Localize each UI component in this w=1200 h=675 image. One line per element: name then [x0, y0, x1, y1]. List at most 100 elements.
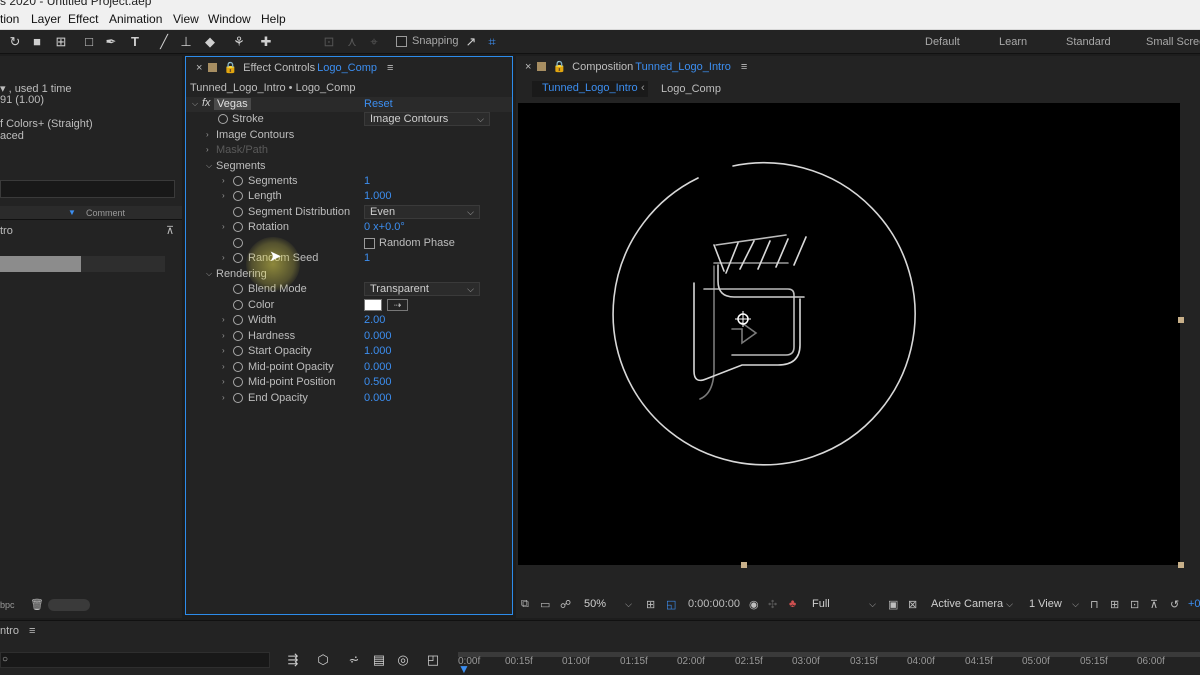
chevron-right-icon[interactable]: › — [222, 253, 225, 262]
clone-stamp-tool-icon[interactable]: ⊥ — [177, 33, 195, 51]
thumbnail-slider[interactable] — [48, 599, 90, 611]
zoom-dropdown[interactable]: 50% ⌵ — [578, 597, 638, 611]
chevron-right-icon[interactable]: › — [222, 176, 225, 185]
exposure-value[interactable]: +0. — [1188, 598, 1200, 610]
view-layout-dropdown[interactable]: 1 View ⌵ — [1023, 597, 1085, 611]
chevron-right-icon[interactable]: › — [222, 346, 225, 355]
menu-animation[interactable]: Animation — [109, 12, 162, 26]
rectangle-tool-icon[interactable]: □ — [80, 33, 98, 51]
composition-mini-flowchart-icon[interactable]: ⇶ — [284, 651, 302, 669]
comp-timeline-icon[interactable]: ⊡ — [1130, 598, 1139, 611]
stopwatch-icon[interactable] — [233, 362, 243, 372]
pan-behind-tool-icon[interactable]: ⊞ — [52, 33, 70, 51]
mid-point-position-value[interactable]: 0.500 — [364, 376, 392, 388]
timeline-search-input[interactable]: ○ — [0, 652, 270, 668]
comp-flow-child[interactable]: Logo_Comp — [661, 83, 721, 95]
close-icon[interactable]: × — [525, 61, 531, 73]
stroke-dropdown[interactable]: Image Contours ⌵ — [364, 112, 490, 126]
comment-column[interactable]: Comment — [86, 208, 125, 218]
snap-features-icon[interactable]: ⌗ — [483, 33, 501, 51]
camera-tool-icon[interactable]: ■ — [28, 33, 46, 51]
panel-menu-icon[interactable]: ≡ — [741, 61, 747, 73]
workspace-default[interactable]: Default — [925, 36, 960, 48]
segments-value[interactable]: 1 — [364, 175, 370, 187]
trash-icon[interactable]: 🗑 — [30, 598, 44, 611]
region-of-interest-icon[interactable]: ◱ — [666, 598, 676, 611]
start-opacity-value[interactable]: 1.000 — [364, 345, 392, 357]
chevron-right-icon[interactable]: › — [222, 222, 225, 231]
effect-controls-tab[interactable]: × 🔒 Effect Controls Logo_Comp ≡ — [196, 61, 393, 75]
segment-distribution-dropdown[interactable]: Even ⌵ — [364, 205, 480, 219]
workspace-learn[interactable]: Learn — [999, 36, 1027, 48]
time-ruler[interactable]: 0:00f 00:15f 01:00f 01:15f 02:00f 02:15f… — [458, 652, 1200, 675]
sort-chevron-icon[interactable]: ▼ — [68, 208, 76, 217]
stopwatch-icon[interactable] — [218, 114, 228, 124]
layer-handle-corner[interactable] — [1178, 562, 1184, 568]
frame-blending-icon[interactable]: ▤ — [370, 651, 388, 669]
eraser-tool-icon[interactable]: ◆ — [201, 33, 219, 51]
stopwatch-icon[interactable] — [233, 315, 243, 325]
timeline-tab[interactable]: ntro ≡ — [0, 625, 35, 637]
random-seed-value[interactable]: 1 — [364, 252, 370, 264]
rotation-value[interactable]: 0 x+0.0° — [364, 221, 405, 233]
chevron-down-icon[interactable]: ⌵ — [206, 161, 212, 171]
layer-handle-bottom[interactable] — [741, 562, 747, 568]
view-axis-icon[interactable]: ⌖ — [365, 33, 383, 51]
channels-icon[interactable]: ♣ — [789, 598, 796, 610]
chevron-right-icon[interactable]: › — [222, 377, 225, 386]
transparency-grid-icon[interactable]: ⊠ — [908, 598, 917, 611]
close-icon[interactable]: × — [196, 62, 202, 74]
menu-composition[interactable]: tion — [0, 12, 19, 26]
rendering-group[interactable]: ⌵ Rendering — [186, 267, 512, 282]
graph-editor-icon[interactable]: ◰ — [424, 651, 442, 669]
chevron-right-icon[interactable]: › — [222, 362, 225, 371]
stopwatch-icon[interactable] — [233, 176, 243, 186]
snapping-checkbox[interactable] — [396, 35, 407, 47]
stopwatch-icon[interactable] — [233, 300, 243, 310]
random-phase-checkbox[interactable] — [364, 238, 375, 249]
timecode[interactable]: 0:00:00:00 — [688, 598, 740, 610]
snapping-toggle[interactable]: Snapping — [396, 35, 459, 47]
mask-path-group[interactable]: › Mask/Path — [186, 143, 512, 158]
lock-icon[interactable]: 🔒 — [223, 61, 237, 74]
stopwatch-icon[interactable] — [233, 253, 243, 263]
workspace-small-screen[interactable]: Small Scree — [1146, 36, 1200, 48]
resolution-dropdown[interactable]: Full ⌵ — [806, 597, 882, 611]
stopwatch-icon[interactable] — [233, 331, 243, 341]
end-opacity-value[interactable]: 0.000 — [364, 392, 392, 404]
always-preview-icon[interactable]: ⧉ — [521, 598, 529, 611]
snap-edges-icon[interactable]: ↗ — [462, 33, 480, 51]
fast-preview-icon[interactable]: ⊞ — [1110, 598, 1119, 611]
flowchart-icon[interactable]: ⊼ — [166, 224, 174, 237]
fx-icon[interactable]: fx — [202, 97, 211, 109]
stopwatch-icon[interactable] — [233, 346, 243, 356]
layer-handle-right[interactable] — [1178, 317, 1184, 323]
puppet-pin-tool-icon[interactable]: ✚ — [257, 33, 275, 51]
toggle-pixel-aspect-icon[interactable]: ⊓ — [1090, 598, 1099, 611]
mid-point-opacity-value[interactable]: 0.000 — [364, 361, 392, 373]
draft-3d-icon[interactable]: ⬡ — [314, 651, 332, 669]
type-tool-icon[interactable]: T — [126, 33, 144, 51]
chevron-right-icon[interactable]: › — [222, 393, 225, 402]
workspace-standard[interactable]: Standard — [1066, 36, 1111, 48]
flowchart-icon[interactable]: ⊼ — [1150, 598, 1158, 611]
chevron-right-icon[interactable]: › — [222, 331, 225, 340]
menu-view[interactable]: View — [173, 12, 199, 26]
length-value[interactable]: 1.000 — [364, 190, 392, 202]
comp-viewer[interactable] — [518, 103, 1180, 565]
rotate-tool-icon[interactable]: ↻ — [6, 33, 24, 51]
menu-layer[interactable]: Layer — [31, 12, 61, 26]
project-item-name[interactable]: tro — [0, 225, 13, 237]
stopwatch-icon[interactable] — [233, 284, 243, 294]
panel-menu-icon[interactable]: ≡ — [387, 62, 393, 74]
snapshot-icon[interactable]: ◉ — [749, 598, 759, 611]
camera-dropdown[interactable]: Active Camera ⌵ — [925, 597, 1019, 611]
show-snapshot-icon[interactable]: ✣ — [768, 598, 777, 611]
stopwatch-icon[interactable] — [233, 238, 243, 248]
stopwatch-icon[interactable] — [233, 191, 243, 201]
local-axis-icon[interactable]: ⊡ — [320, 33, 338, 51]
effect-name[interactable]: Vegas — [214, 98, 251, 110]
hardness-value[interactable]: 0.000 — [364, 330, 392, 342]
project-search-input[interactable] — [0, 180, 175, 198]
stopwatch-icon[interactable] — [233, 377, 243, 387]
